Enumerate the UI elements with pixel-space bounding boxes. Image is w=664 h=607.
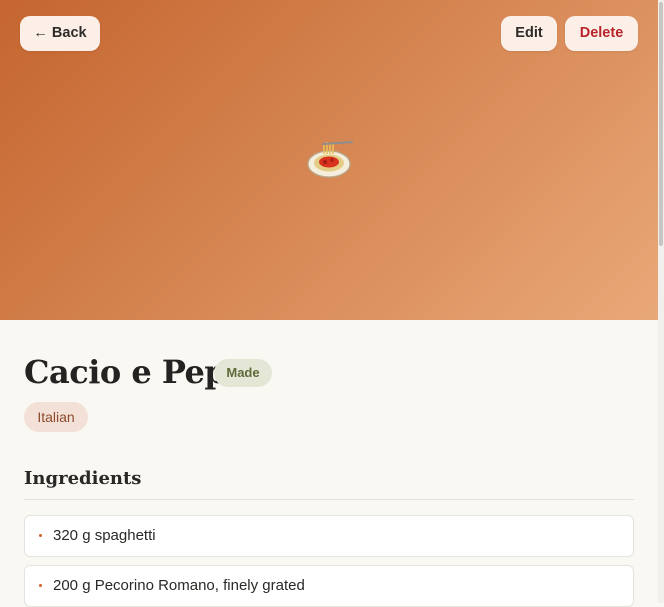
scrollbar-thumb[interactable] [659,2,663,246]
cuisine-tag[interactable]: Italian [24,402,88,432]
recipe-title: Cacio e Pepe [24,353,247,391]
bullet-icon [39,584,42,587]
divider [24,499,634,500]
ingredient-item: 320 g spaghetti [24,515,634,557]
spaghetti-icon [306,138,354,187]
back-button[interactable]: ← Back [20,16,100,51]
ingredient-item: 200 g Pecorino Romano, finely grated [24,565,634,607]
ingredient-text: 200 g Pecorino Romano, finely grated [53,577,305,594]
status-badge: Made [214,359,272,387]
delete-button[interactable]: Delete [565,16,638,51]
ingredients-heading: Ingredients [24,468,142,489]
ingredient-text: 320 g spaghetti [53,527,156,544]
edit-button[interactable]: Edit [501,16,557,51]
bullet-icon [39,534,42,537]
